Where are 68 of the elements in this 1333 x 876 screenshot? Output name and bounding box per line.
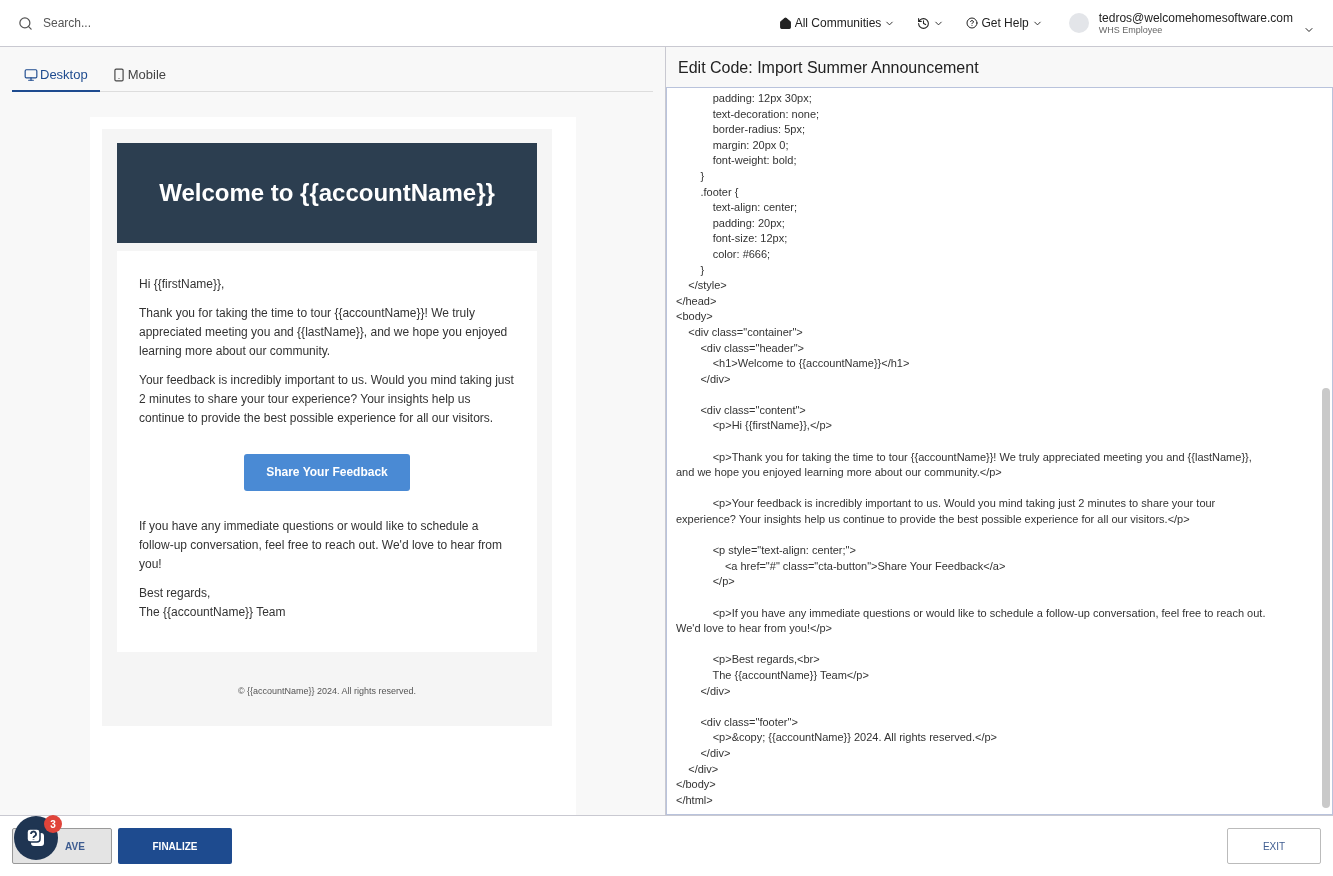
view-tab[interactable]: Mobile (99, 59, 178, 92)
code-line: <div class="container"> (687, 324, 803, 340)
finalize-button[interactable]: FINALIZE (118, 828, 232, 864)
search-icon (18, 15, 33, 31)
code-line: <p>Hi {{firstName}},</p> (711, 418, 832, 434)
code-line: </html> (676, 792, 713, 808)
code-line: The {{accountName}} Team</p> (711, 667, 869, 683)
notification-badge: 3 (44, 815, 62, 833)
code-line: <p style="text-align: center;"> (711, 543, 856, 559)
code-line: } (699, 262, 705, 278)
help-chat-icon (25, 827, 47, 849)
phone-icon (111, 67, 126, 82)
copyright-text: © {{accountName}} 2024. All rights reserved. (236, 686, 418, 696)
menu-dropdown[interactable]: All Communities (778, 16, 896, 30)
email-heading: Welcome to {{accountName}} (117, 143, 537, 243)
code-line: </div> (699, 683, 731, 699)
code-line: <p>Best regards,<br> (711, 652, 820, 668)
code-line: <div class="footer"> (699, 714, 798, 730)
monitor-icon (24, 67, 38, 82)
history-icon (917, 16, 931, 30)
user-email: tedros@welcomehomesoftware.com (1098, 11, 1293, 25)
code-line: We'd love to hear from you!</p> (676, 621, 832, 637)
code-line: </div> (699, 371, 731, 387)
code-line: </head> (676, 293, 717, 309)
code-line: <div class="content"> (699, 402, 806, 418)
scrollbar[interactable] (1322, 388, 1330, 808)
code-line: and we hope you enjoyed learning more about our community.</p> (676, 465, 1002, 481)
code-line: experience? Your insights help us continue to provide the best possible experience for all our visitors.</p> (676, 512, 1190, 528)
code-editor[interactable] (666, 87, 1333, 815)
feedback-button[interactable]: Share Your Feedback (244, 454, 410, 491)
code-line: </p> (711, 574, 735, 590)
view-tab[interactable]: Desktop (12, 59, 100, 92)
paragraph: Thank you for taking the time to tour {{accountName}}! We truly appreciated meeting you and {{lastName}}, and we hope you enjoyed learning more about our community. (139, 305, 509, 360)
code-line: </div> (687, 761, 719, 777)
code-line: text-decoration: none; (711, 106, 820, 122)
code-line: border-radius: 5px; (711, 122, 805, 138)
code-line: <h1>Welcome to {{accountName}}</h1> (711, 356, 910, 372)
paragraph: If you have any immediate questions or would like to schedule a follow-up conversation, feel free to reach out. We'd love to hear from you! (139, 518, 503, 573)
user-role: WHS Employee (1098, 25, 1164, 35)
code-line: <a href="#" class="cta-button">Share Your Feedback</a> (723, 558, 1006, 574)
signoff: Best regards, The {{accountName}} Team (139, 585, 287, 621)
code-line: text-align: center; (711, 200, 798, 216)
code-line: <body> (676, 309, 713, 325)
code-line: font-weight: bold; (711, 153, 797, 169)
code-line: </body> (676, 777, 716, 793)
code-line: </style> (687, 278, 727, 294)
code-line: .footer { (699, 184, 739, 200)
editor-title: Edit Code: Import Summer Announcement (677, 58, 980, 78)
code-line: color: #666; (711, 246, 771, 262)
menu-dropdown[interactable] (917, 16, 945, 30)
paragraph: Your feedback is incredibly important to us. Would you mind taking just 2 minutes to share your tour experience? Your insights help us continue to provide the best possible experience for all our visitors. (139, 372, 515, 427)
home-icon (778, 16, 792, 30)
code-line: </div> (699, 745, 731, 761)
code-line: padding: 20px; (711, 215, 785, 231)
code-line: font-size: 12px; (711, 231, 788, 247)
exit-button[interactable]: EXIT (1227, 828, 1321, 864)
code-line: margin: 20px 0; (711, 137, 789, 153)
menu-dropdown[interactable]: Get Help (966, 16, 1043, 30)
code-line: } (699, 168, 705, 184)
search-field[interactable]: Search... (18, 15, 779, 31)
code-line: <p>Thank you for taking the time to tour {{accountName}}! We truly appreciated meeting you and {{lastName}}, (711, 449, 1252, 465)
help-icon (966, 17, 979, 29)
code-line: <p>If you have any immediate questions or would like to schedule a follow-up conversation, feel free to reach out. (711, 605, 1266, 621)
code-line: <div class="header"> (699, 340, 804, 356)
greeting: Hi {{firstName}}, (139, 276, 226, 293)
code-line: <p>Your feedback is incredibly important to us. Would you mind taking just 2 minutes to share your tour (711, 496, 1216, 512)
code-line: padding: 12px 30px; (711, 91, 812, 106)
code-line: <p>&copy; {{accountName}} 2024. All rights reserved.</p> (711, 730, 998, 746)
